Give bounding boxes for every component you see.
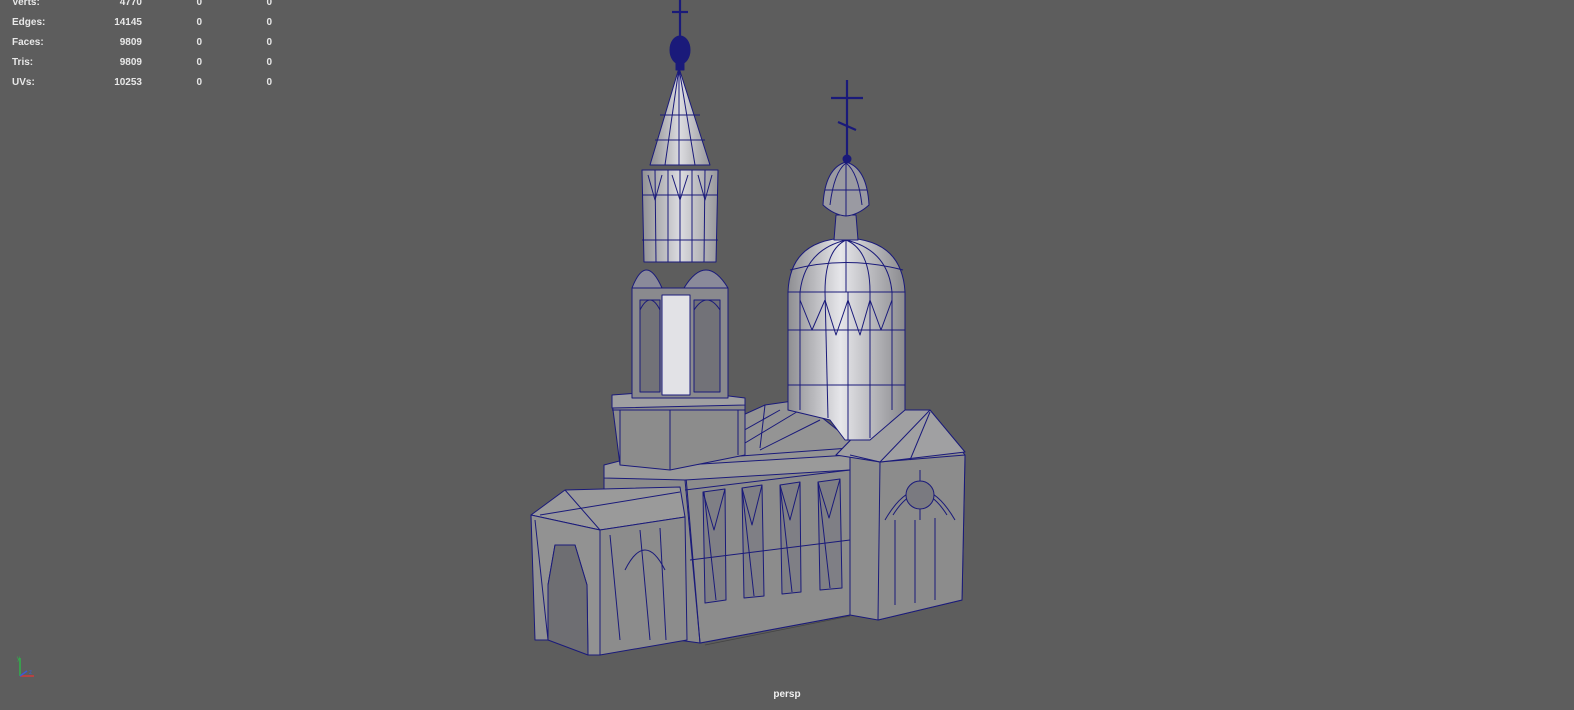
church-wireframe-model[interactable]	[0, 0, 1574, 710]
belfry	[631, 269, 729, 399]
bell-tower-base	[611, 389, 746, 471]
svg-text:z: z	[29, 670, 32, 676]
spire	[649, 35, 711, 166]
tower-drum	[641, 169, 719, 263]
transept	[835, 409, 966, 621]
camera-label: persp	[773, 689, 801, 700]
axis-gizmo-icon: y z	[17, 656, 34, 677]
spire-cross-icon	[672, 0, 688, 38]
rose-window	[905, 480, 935, 510]
dome-cross-icon	[831, 80, 863, 155]
perspective-viewport[interactable]: Verts: 4770 0 0 Edges: 14145 0 0 Faces: …	[0, 0, 1574, 710]
svg-text:y: y	[17, 656, 20, 662]
dome	[787, 154, 906, 293]
porch	[530, 486, 688, 656]
